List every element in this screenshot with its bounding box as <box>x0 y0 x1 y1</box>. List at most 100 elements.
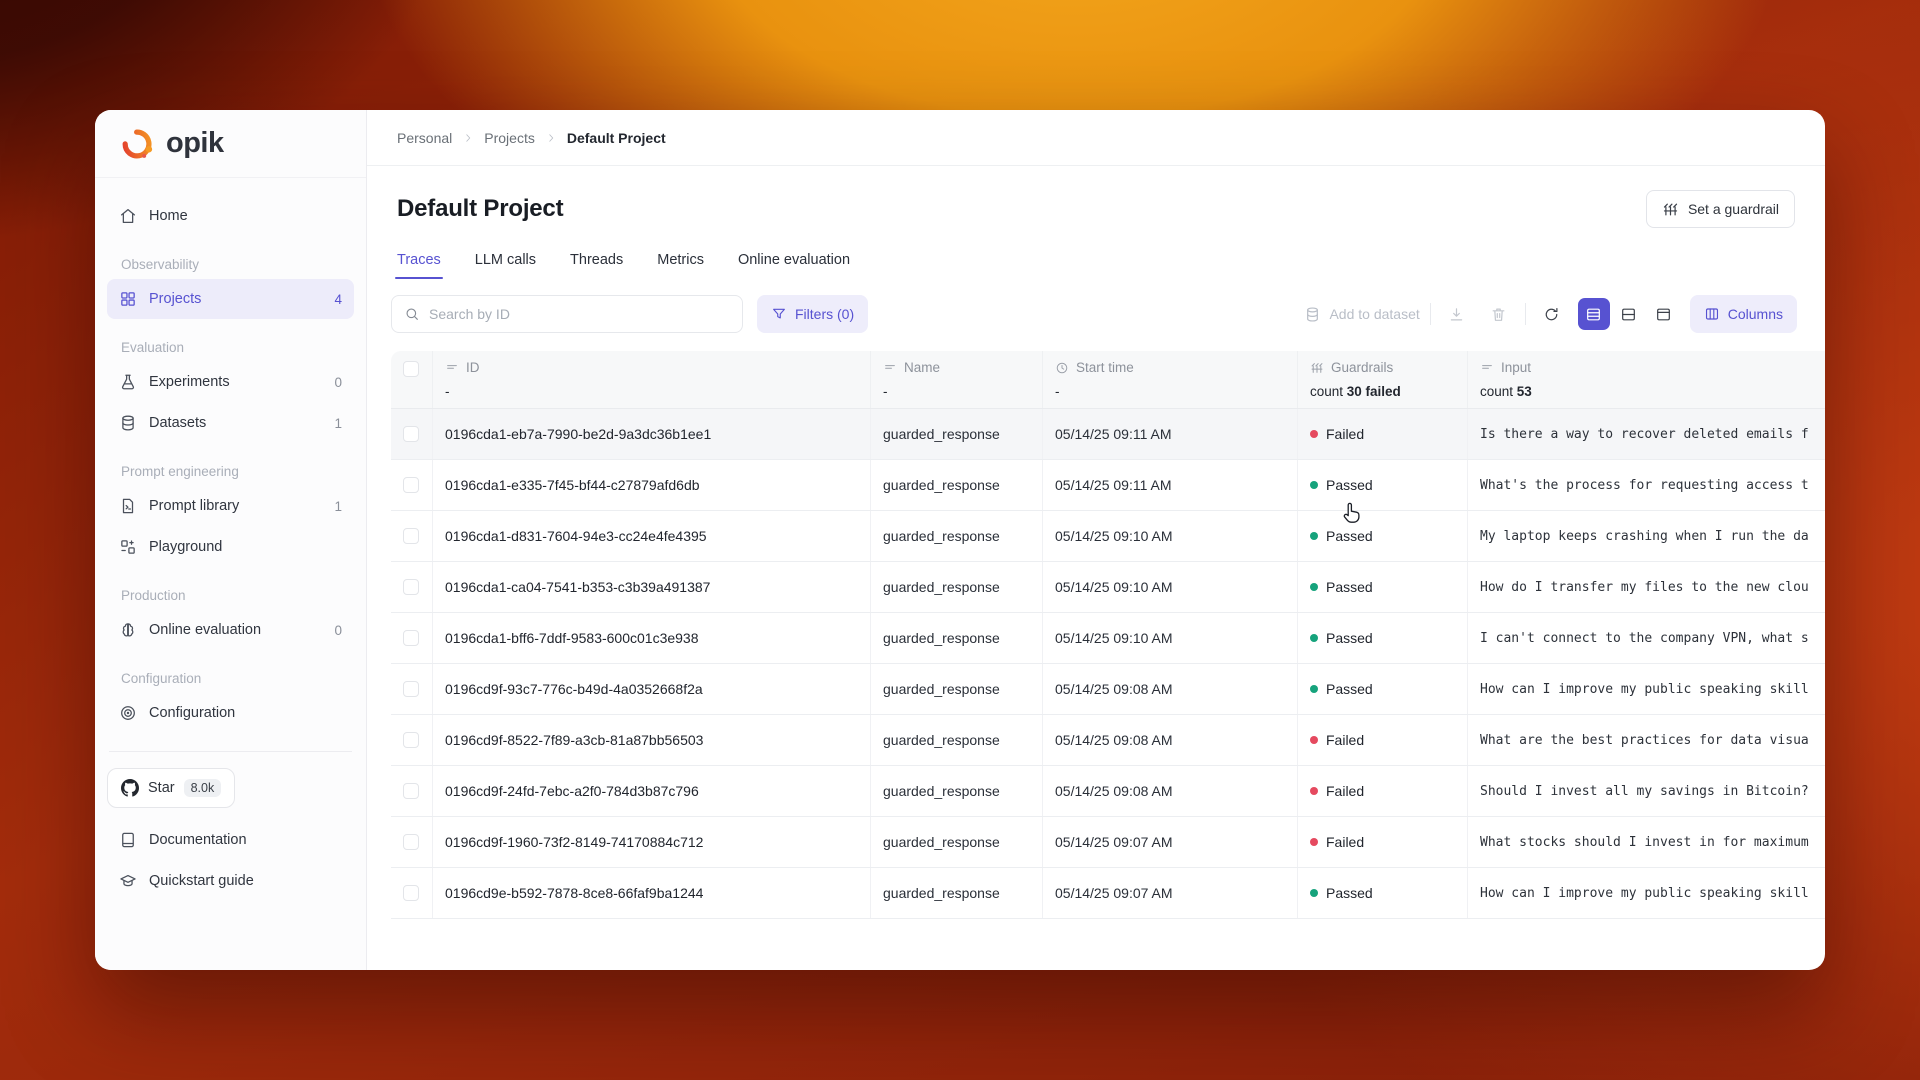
column-header-id[interactable]: ID- <box>433 351 871 408</box>
columns-button[interactable]: Columns <box>1690 295 1797 333</box>
opik-logo-icon <box>119 125 157 163</box>
sidebar-item-label: Documentation <box>149 832 247 848</box>
refresh-button[interactable] <box>1536 298 1568 330</box>
trace-id-link[interactable]: 0196cda1-e335-7f45-bf44-c27879afd6db <box>445 477 700 493</box>
trace-name: guarded_response <box>883 834 1000 850</box>
sidebar-item-label: Projects <box>149 291 201 307</box>
table-row[interactable]: 0196cd9f-24fd-7ebc-a2f0-784d3b87c796 guar… <box>391 766 1825 817</box>
status-dot-icon <box>1310 430 1318 438</box>
breadcrumb-item-projects[interactable]: Projects <box>484 130 535 146</box>
row-checkbox[interactable] <box>403 681 419 697</box>
table-row[interactable]: 0196cda1-bff6-7ddf-9583-600c01c3e938guar… <box>391 613 1825 664</box>
add-to-dataset-button[interactable]: Add to dataset <box>1304 306 1419 323</box>
sidebar-item-home[interactable]: Home <box>107 196 354 236</box>
trace-id-link[interactable]: 0196cd9f-1960-73f2-8149-74170884c712 <box>445 834 703 850</box>
status-dot-icon <box>1310 532 1318 540</box>
trace-id-link[interactable]: 0196cda1-eb7a-7990-be2d-9a3dc36b1ee1 <box>445 426 711 442</box>
filters-label: Filters (0) <box>795 306 854 322</box>
status-dot-icon <box>1310 634 1318 642</box>
page-title: Default Project <box>397 195 563 223</box>
star-label: Star <box>148 780 175 796</box>
trace-id-link[interactable]: 0196cd9f-8522-7f89-a3cb-81a87bb56503 <box>445 732 703 748</box>
row-height-medium-button[interactable] <box>1613 298 1645 330</box>
sidebar-item-datasets[interactable]: Datasets1 <box>107 403 354 443</box>
toolbar: Filters (0) Add to dataset <box>367 295 1825 333</box>
row-checkbox[interactable] <box>403 426 419 442</box>
sidebar-item-playground[interactable]: Playground <box>107 527 354 567</box>
table-row[interactable]: 0196cd9e-b592-7878-8ce8-66faf9ba1244guar… <box>391 868 1825 919</box>
divider <box>1525 303 1526 325</box>
table-row[interactable]: 0196cda1-eb7a-7990-be2d-9a3dc36b1ee1 guar… <box>391 409 1825 460</box>
sidebar-item-quickstart-guide[interactable]: Quickstart guide <box>107 861 354 901</box>
table-row[interactable]: 0196cd9f-93c7-776c-b49d-4a0352668f2aguar… <box>391 664 1825 715</box>
table-row[interactable]: 0196cda1-d831-7604-94e3-cc24e4fe4395guar… <box>391 511 1825 562</box>
table-row[interactable]: 0196cd9f-1960-73f2-8149-74170884c712 guar… <box>391 817 1825 868</box>
sidebar-item-documentation[interactable]: Documentation <box>107 820 354 860</box>
row-height-small-button[interactable] <box>1578 298 1610 330</box>
status-dot-icon <box>1310 736 1318 744</box>
table-row[interactable]: 0196cda1-e335-7f45-bf44-c27879afd6dbguar… <box>391 460 1825 511</box>
trace-id-link[interactable]: 0196cd9e-b592-7878-8ce8-66faf9ba1244 <box>445 885 703 901</box>
trace-id-link[interactable]: 0196cda1-ca04-7541-b353-c3b39a491387 <box>445 579 710 595</box>
table-header: ID-Name-Start time-Guardrailscount 30 fa… <box>391 351 1825 409</box>
trace-name: guarded_response <box>883 426 1000 442</box>
sidebar-item-projects[interactable]: Projects4 <box>107 279 354 319</box>
playground-icon <box>119 538 137 556</box>
chevron-right-icon <box>462 132 474 144</box>
status-dot-icon <box>1310 889 1318 897</box>
table-row[interactable]: 0196cda1-ca04-7541-b353-c3b39a491387guar… <box>391 562 1825 613</box>
grid-icon <box>119 290 137 308</box>
sidebar-item-experiments[interactable]: Experiments0 <box>107 362 354 402</box>
row-checkbox[interactable] <box>403 732 419 748</box>
tab-llm-calls[interactable]: LLM calls <box>475 252 536 279</box>
export-download-button[interactable] <box>1441 298 1473 330</box>
github-star-button[interactable]: Star 8.0k <box>107 768 235 808</box>
row-checkbox[interactable] <box>403 885 419 901</box>
search-icon <box>404 306 420 322</box>
column-header-guard[interactable]: Guardrailscount 30 failed <box>1298 351 1468 408</box>
column-header-input[interactable]: Inputcount 53 <box>1468 351 1825 408</box>
trace-name: guarded_response <box>883 783 1000 799</box>
trace-start-time: 05/14/25 09:07 AM <box>1055 885 1173 901</box>
filters-button[interactable]: Filters (0) <box>757 295 868 333</box>
select-all-checkbox[interactable] <box>403 361 419 377</box>
row-checkbox[interactable] <box>403 528 419 544</box>
row-checkbox[interactable] <box>403 477 419 493</box>
column-label: Guardrails <box>1331 360 1393 375</box>
set-guardrail-button[interactable]: Set a guardrail <box>1646 190 1795 228</box>
sidebar-item-online-evaluation[interactable]: Online evaluation0 <box>107 610 354 650</box>
fence-icon <box>1310 361 1324 375</box>
column-header-start[interactable]: Start time- <box>1043 351 1298 408</box>
sidebar-item-configuration[interactable]: Configuration <box>107 693 354 733</box>
trace-id-link[interactable]: 0196cd9f-93c7-776c-b49d-4a0352668f2a <box>445 681 703 697</box>
column-header-name[interactable]: Name- <box>871 351 1043 408</box>
funnel-icon <box>771 306 787 322</box>
sidebar: opik HomeObservability Projects4Evaluati… <box>95 110 367 970</box>
search-input[interactable] <box>429 306 730 322</box>
breadcrumb-item-personal[interactable]: Personal <box>397 130 452 146</box>
tab-threads[interactable]: Threads <box>570 252 623 279</box>
tab-traces[interactable]: Traces <box>397 252 441 279</box>
tab-metrics[interactable]: Metrics <box>657 252 704 279</box>
logo-text: opik <box>166 127 224 160</box>
trace-id-link[interactable]: 0196cda1-bff6-7ddf-9583-600c01c3e938 <box>445 630 699 646</box>
sidebar-item-label: Online evaluation <box>149 622 261 638</box>
row-checkbox[interactable] <box>403 834 419 850</box>
trace-input-text: What's the process for requesting access… <box>1480 478 1809 493</box>
breadcrumb-item-default-project[interactable]: Default Project <box>567 130 666 146</box>
delete-button[interactable] <box>1483 298 1515 330</box>
trace-id-link[interactable]: 0196cd9f-24fd-7ebc-a2f0-784d3b87c796 <box>445 783 699 799</box>
trash-icon <box>1490 306 1507 323</box>
row-checkbox[interactable] <box>403 630 419 646</box>
sidebar-item-prompt-library[interactable]: Prompt library1 <box>107 486 354 526</box>
trace-name: guarded_response <box>883 732 1000 748</box>
row-checkbox[interactable] <box>403 783 419 799</box>
row-height-large-button[interactable] <box>1648 298 1680 330</box>
tab-online-evaluation[interactable]: Online evaluation <box>738 252 850 279</box>
trace-input-text: What are the best practices for data vis… <box>1480 733 1809 748</box>
table-row[interactable]: 0196cd9f-8522-7f89-a3cb-81a87bb56503 guar… <box>391 715 1825 766</box>
status-dot-icon <box>1310 481 1318 489</box>
logo[interactable]: opik <box>95 110 366 178</box>
trace-id-link[interactable]: 0196cda1-d831-7604-94e3-cc24e4fe4395 <box>445 528 707 544</box>
row-checkbox[interactable] <box>403 579 419 595</box>
